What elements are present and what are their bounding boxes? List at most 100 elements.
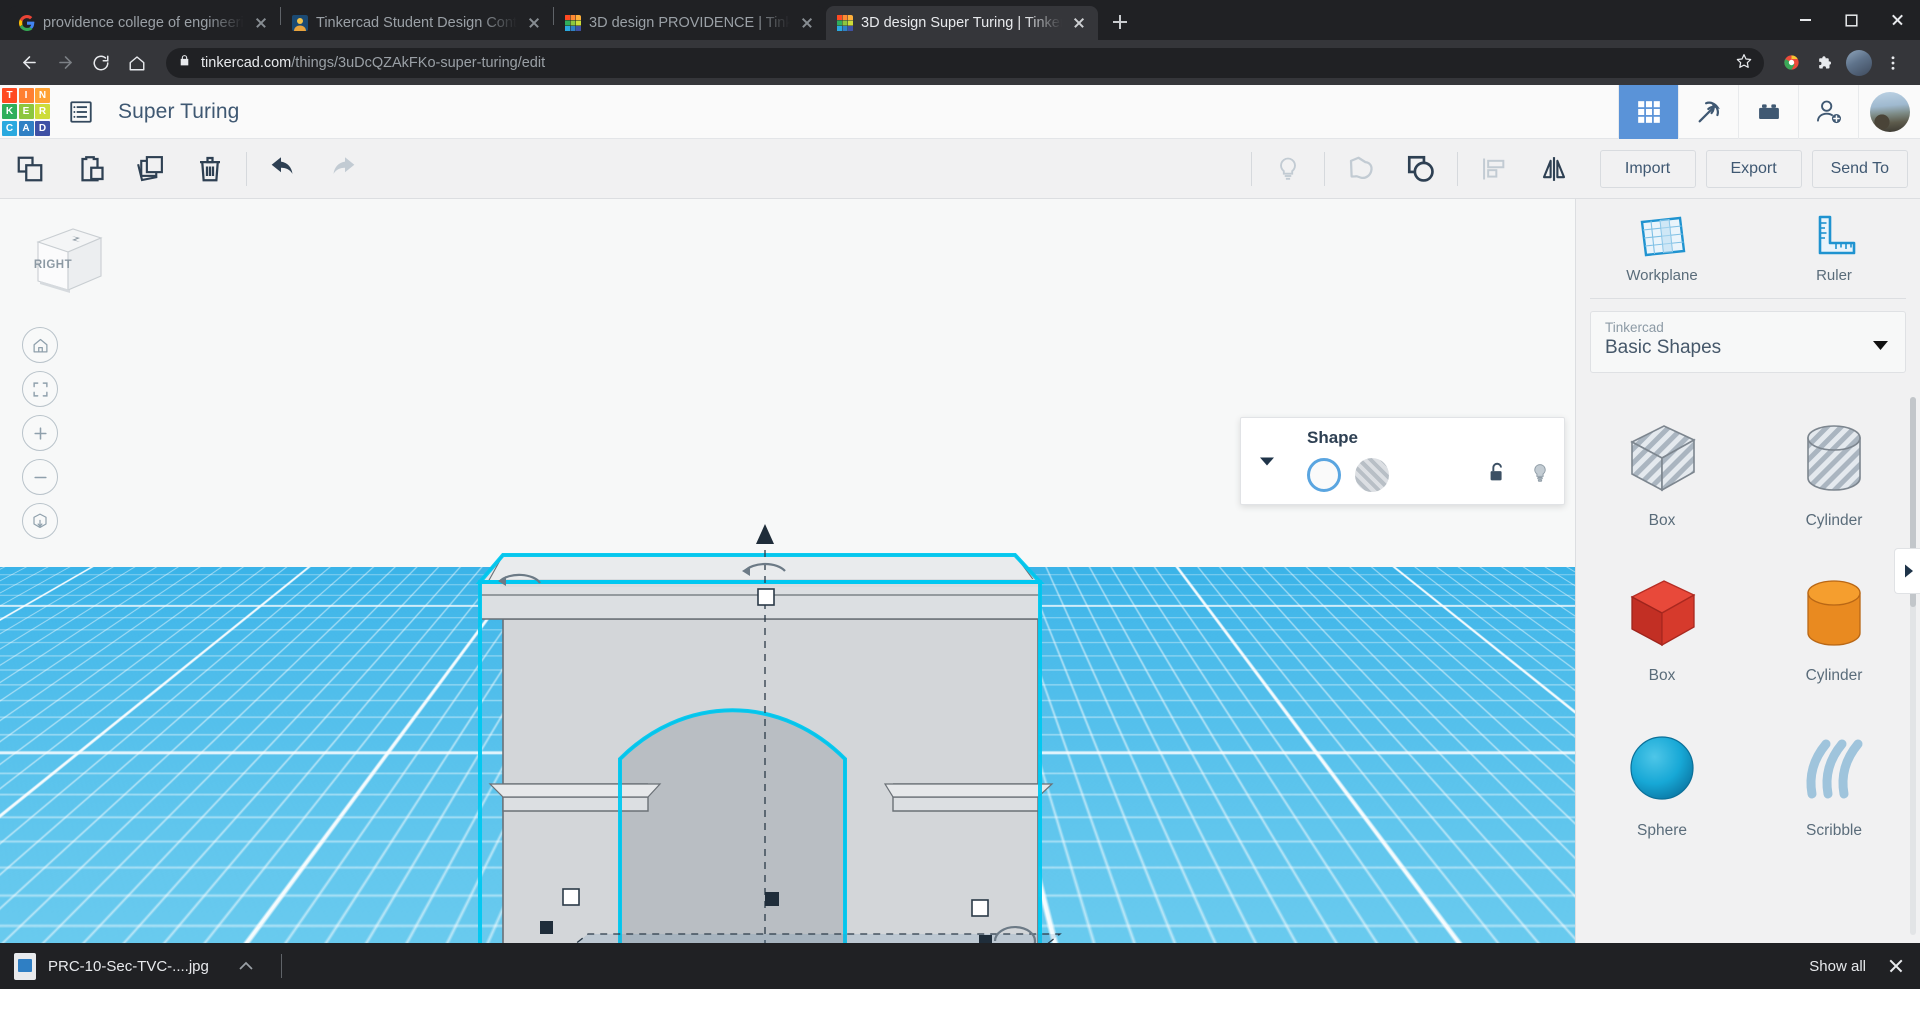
zoom-in-icon[interactable] <box>22 415 58 451</box>
google-icon <box>18 15 35 32</box>
lightbulb-icon <box>1258 139 1318 199</box>
toolbar-divider <box>1457 151 1458 186</box>
window-controls <box>1782 0 1920 40</box>
send-to-button[interactable]: Send To <box>1811 150 1908 188</box>
paste-icon[interactable] <box>60 139 120 199</box>
lock-icon <box>178 54 191 71</box>
browser-tab[interactable]: 3D design PROVIDENCE | Tinkerc <box>554 6 826 40</box>
handle-dark-right <box>979 935 992 943</box>
shape-library-dropdown[interactable]: Tinkercad Basic Shapes <box>1590 311 1906 373</box>
browser-tab[interactable]: Tinkercad Student Design Contes <box>281 6 553 40</box>
pickaxe-icon[interactable] <box>1678 85 1738 139</box>
tab-close-icon[interactable] <box>252 14 270 32</box>
sidebar-item-workplane[interactable]: Workplane <box>1576 213 1748 284</box>
shape-item-label: Box <box>1648 666 1676 684</box>
sidebar-tools: Workplane Ruler <box>1576 199 1920 294</box>
tab-close-icon[interactable] <box>525 14 543 32</box>
three-dot-menu-icon[interactable] <box>1878 48 1908 78</box>
align-icon <box>1464 139 1524 199</box>
shape-item-scribble[interactable]: Scribble <box>1748 705 1920 860</box>
maximize-button[interactable] <box>1828 0 1874 40</box>
shape-item-label: Sphere <box>1637 821 1687 839</box>
fit-to-view-icon[interactable] <box>22 371 58 407</box>
shape-item-cylinder-hole[interactable]: Cylinder <box>1748 395 1920 550</box>
list-menu-icon[interactable] <box>64 95 98 129</box>
import-button[interactable]: Import <box>1599 150 1696 188</box>
redo-icon[interactable] <box>313 139 373 199</box>
tinkercad-logo[interactable]: T I N K E R C A D <box>0 85 52 139</box>
export-button[interactable]: Export <box>1705 150 1802 188</box>
solid-swatch[interactable] <box>1307 458 1341 492</box>
user-avatar[interactable] <box>1858 85 1920 139</box>
editor-toolbar: Import Export Send To <box>0 139 1920 199</box>
perspective-toggle-icon[interactable] <box>22 503 58 539</box>
close-icon[interactable] <box>1886 956 1906 976</box>
chevron-up-icon[interactable] <box>239 958 253 975</box>
page-title[interactable]: Super Turing <box>118 100 239 124</box>
right-tool-group <box>1245 139 1584 199</box>
hole-swatch[interactable] <box>1355 458 1389 492</box>
toolbar-actions: Import Export Send To <box>1590 139 1920 199</box>
lego-brick-icon[interactable] <box>1738 85 1798 139</box>
download-item[interactable]: PRC-10-Sec-TVC-....jpg <box>14 952 253 980</box>
tab-title: providence college of engineering <box>43 15 244 31</box>
resize-handle-top <box>757 588 775 606</box>
group-icon[interactable] <box>1391 139 1451 199</box>
reload-icon[interactable] <box>84 46 118 80</box>
browser-toolbar: tinkercad.com/things/3uDcQZAkFKo-super-t… <box>0 40 1920 85</box>
undo-icon[interactable] <box>253 139 313 199</box>
mirror-icon[interactable] <box>1524 139 1584 199</box>
shape-item-sphere[interactable]: Sphere <box>1576 705 1748 860</box>
arch-roof-face <box>487 554 1037 583</box>
extension-color-icon[interactable] <box>1776 48 1806 78</box>
delete-icon[interactable] <box>180 139 240 199</box>
download-bar-actions: Show all <box>1809 956 1906 976</box>
lightbulb-icon[interactable] <box>1530 461 1550 490</box>
tinkercad-icon <box>564 15 581 32</box>
sidebar-item-label: Ruler <box>1816 267 1852 284</box>
chevron-down-icon <box>1260 457 1274 466</box>
shape-panel-body: Shape <box>1293 418 1564 504</box>
collapse-panel-button[interactable] <box>1241 418 1293 504</box>
minimize-button[interactable] <box>1782 0 1828 40</box>
sidebar-item-ruler[interactable]: Ruler <box>1748 213 1920 284</box>
shape-properties-panel: Shape <box>1240 417 1565 505</box>
tab-close-icon[interactable] <box>798 14 816 32</box>
view-cube[interactable]: RIGHT <box>28 224 106 296</box>
duplicate-icon[interactable] <box>120 139 180 199</box>
image-file-icon <box>14 952 36 980</box>
profile-avatar[interactable] <box>1844 48 1874 78</box>
logo-tile: T <box>2 87 17 103</box>
home-view-icon[interactable] <box>22 327 58 363</box>
star-icon[interactable] <box>1736 53 1752 73</box>
shape-item-box-hole[interactable]: Box <box>1576 395 1748 550</box>
close-button[interactable] <box>1874 0 1920 40</box>
shape-item-box-red[interactable]: Box <box>1576 550 1748 705</box>
tab-title: Tinkercad Student Design Contes <box>316 15 517 31</box>
apps-grid-icon[interactable] <box>1618 85 1678 139</box>
url-text: tinkercad.com/things/3uDcQZAkFKo-super-t… <box>201 55 1726 71</box>
puzzle-icon[interactable] <box>1810 48 1840 78</box>
download-file-name: PRC-10-Sec-TVC-....jpg <box>48 957 209 975</box>
shape-panel-title: Shape <box>1307 428 1359 447</box>
show-all-downloads-button[interactable]: Show all <box>1809 958 1866 975</box>
address-bar[interactable]: tinkercad.com/things/3uDcQZAkFKo-super-t… <box>166 47 1764 78</box>
zoom-out-icon[interactable] <box>22 459 58 495</box>
logo-tile: E <box>18 104 34 119</box>
browser-toolbar-icons <box>1776 48 1908 78</box>
tab-title: 3D design Super Turing | Tinkerc <box>861 15 1062 31</box>
back-arrow-icon[interactable] <box>12 46 46 80</box>
library-name: Basic Shapes <box>1605 337 1722 358</box>
browser-tab-active[interactable]: 3D design Super Turing | Tinkerc <box>826 6 1098 40</box>
copy-icon[interactable] <box>0 139 60 199</box>
home-icon[interactable] <box>120 46 154 80</box>
add-user-icon[interactable] <box>1798 85 1858 139</box>
new-tab-button[interactable] <box>1106 8 1134 36</box>
browser-tab[interactable]: providence college of engineering <box>8 6 280 40</box>
logo-tile: A <box>18 120 34 136</box>
sidebar-toggle-button[interactable] <box>1894 548 1920 594</box>
chevron-right-icon <box>1904 564 1913 578</box>
tab-close-icon[interactable] <box>1070 14 1088 32</box>
unlock-icon[interactable] <box>1486 461 1508 490</box>
forward-arrow-icon[interactable] <box>48 46 82 80</box>
